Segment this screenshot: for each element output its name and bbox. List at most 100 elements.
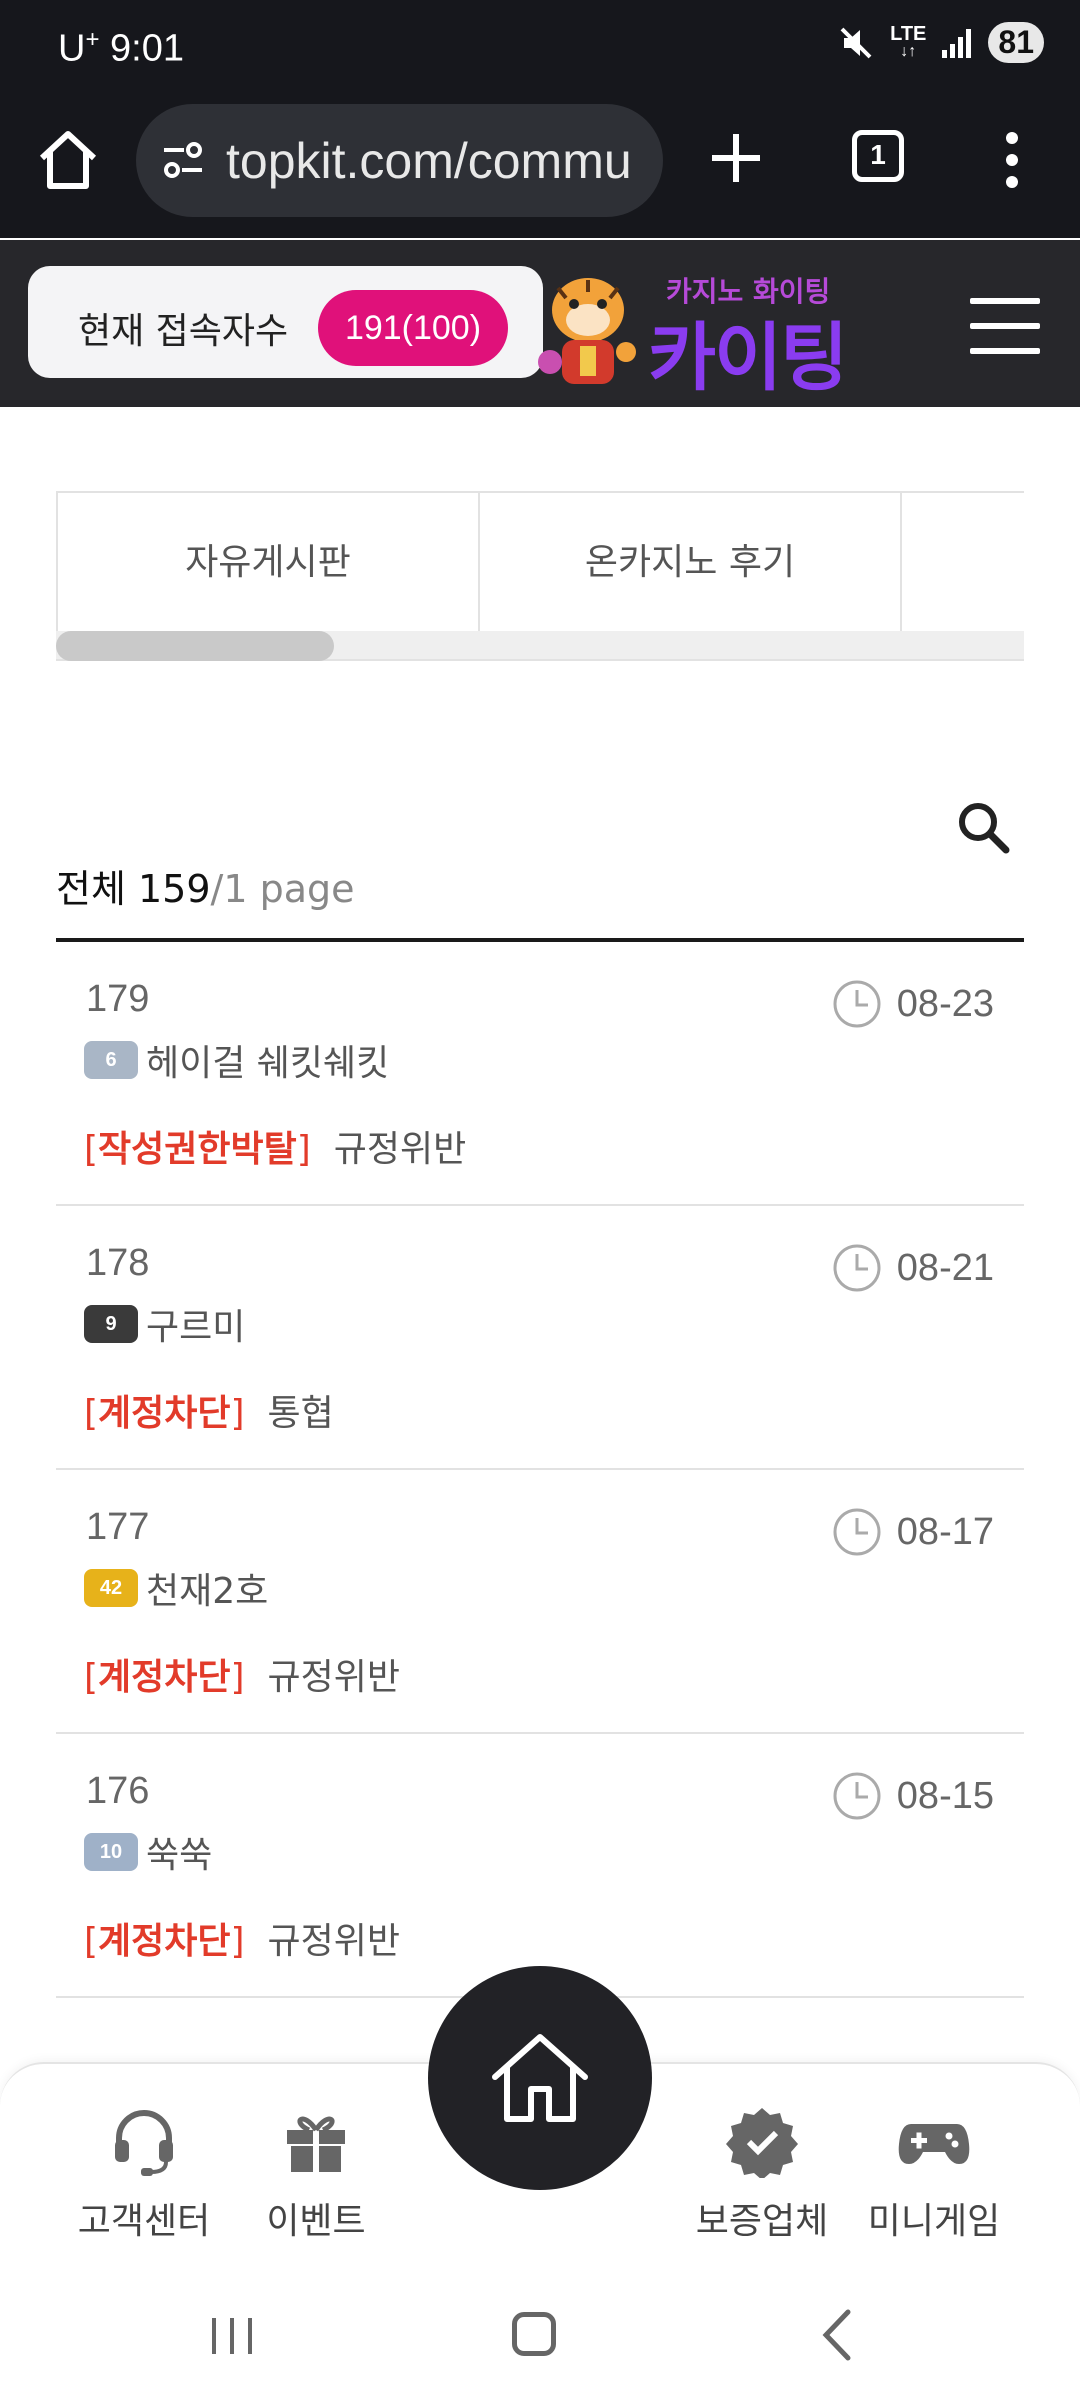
gift-icon <box>287 2116 345 2172</box>
post-author: 6 헤이걸 쉐킷쉐킷 <box>84 1034 389 1086</box>
post-title[interactable]: 규정위반 <box>267 1921 399 1962</box>
site-settings-icon[interactable] <box>160 140 206 180</box>
post-date-text: 08-17 <box>896 1510 994 1553</box>
tiger-mascot-icon <box>538 278 636 384</box>
author-name[interactable]: 헤이걸 쉐킷쉐킷 <box>146 1034 389 1086</box>
list-item[interactable]: 178 08-21 9 구르미 [계정차단] 통협 <box>56 1206 1024 1470</box>
clock-icon <box>833 1772 881 1820</box>
url-text[interactable]: topkit.com/commu <box>226 132 632 190</box>
post-author: 9 구르미 <box>84 1298 245 1350</box>
carrier-name: U <box>58 27 86 70</box>
post-number: 176 <box>86 1770 150 1812</box>
author-name[interactable]: 구르미 <box>146 1298 245 1350</box>
network-type: LTE <box>890 22 927 45</box>
gamepad-icon <box>898 2124 970 2164</box>
post-subject[interactable]: [계정차단] 규정위반 <box>84 1648 400 1700</box>
author-name[interactable]: 천재2호 <box>146 1562 268 1614</box>
post-number: 178 <box>86 1242 150 1284</box>
clock-icon <box>833 1244 881 1292</box>
tab-free-board[interactable]: 자유게시판 <box>58 493 480 631</box>
more-menu-icon[interactable] <box>1000 128 1024 192</box>
visitor-count-badge: 191(100) <box>318 290 508 366</box>
category-tabs: 자유게시판 온카지노 후기 <box>56 491 1024 631</box>
list-item[interactable]: 177 08-17 42 천재2호 [계정차단] 규정위반 <box>56 1470 1024 1734</box>
post-author: 10 쑥쑥 <box>84 1826 212 1878</box>
site-logo[interactable]: 카이팅 <box>648 298 848 405</box>
recent-apps-icon[interactable] <box>208 2314 256 2358</box>
tabs-scrollbar[interactable] <box>56 631 1024 661</box>
new-tab-icon[interactable] <box>706 128 766 188</box>
status-bar: U+ 9:01 LTE ↓↑ 81 <box>0 0 1080 98</box>
carrier-time: U+ 9:01 <box>58 26 184 71</box>
visitor-label: 현재 접속자수 <box>78 311 289 352</box>
post-date: 08-15 <box>831 1770 994 1822</box>
post-count: 전체 159/1 page <box>56 858 355 913</box>
page-indicator: 1 page <box>223 867 355 911</box>
system-home-icon[interactable] <box>512 2312 556 2356</box>
post-number: 179 <box>86 978 150 1020</box>
lte-indicator: LTE ↓↑ <box>890 22 927 60</box>
site-header: 현재 접속자수 191(100) 카지노 화이팅 카이팅 <box>0 240 1080 407</box>
post-subject[interactable]: [계정차단] 통협 <box>84 1384 334 1436</box>
system-navigation-bar <box>0 2262 1080 2400</box>
total-count: 전체 159 <box>56 867 211 911</box>
post-tag: 계정차단 <box>98 1393 231 1434</box>
count-separator: / <box>210 867 224 911</box>
post-author: 42 천재2호 <box>84 1562 268 1614</box>
battery-indicator: 81 <box>988 22 1044 63</box>
post-tag: 계정차단 <box>98 1657 231 1698</box>
post-date-text: 08-23 <box>896 982 994 1025</box>
home-fab-button[interactable] <box>428 1966 652 2190</box>
tab-next[interactable] <box>902 493 1024 631</box>
post-title[interactable]: 규정위반 <box>267 1657 399 1698</box>
nav-customer-center[interactable]: 고객센터 <box>64 2104 224 2244</box>
clock-time: 9:01 <box>110 27 184 70</box>
address-bar[interactable]: topkit.com/commu <box>136 104 663 217</box>
post-date: 08-17 <box>831 1506 994 1558</box>
level-badge-icon: 10 <box>84 1833 138 1871</box>
level-badge-icon: 42 <box>84 1569 138 1607</box>
level-badge-icon: 6 <box>84 1041 138 1079</box>
post-list: 179 08-23 6 헤이걸 쉐킷쉐킷 [작성권한박탈] 규정위반 178 0… <box>56 942 1024 1998</box>
level-badge-icon: 9 <box>84 1305 138 1343</box>
nav-guarantee[interactable]: 보증업체 <box>682 2104 842 2244</box>
post-date: 08-23 <box>831 978 994 1030</box>
browser-home-icon[interactable] <box>34 126 102 194</box>
nav-label: 미니게임 <box>867 2201 1001 2242</box>
hamburger-menu-icon[interactable] <box>970 298 1040 354</box>
list-item[interactable]: 176 08-15 10 쑥쑥 [계정차단] 규정위반 <box>56 1734 1024 1998</box>
tab-switcher-button[interactable]: 1 <box>852 130 904 182</box>
post-number: 177 <box>86 1506 150 1548</box>
post-tag: 계정차단 <box>98 1921 231 1962</box>
post-date: 08-21 <box>831 1242 994 1294</box>
verified-badge-icon <box>726 2108 798 2178</box>
tab-casino-review[interactable]: 온카지노 후기 <box>480 493 902 631</box>
post-date-text: 08-21 <box>896 1246 994 1289</box>
clock-icon <box>833 980 881 1028</box>
post-tag: 작성권한박탈 <box>98 1129 297 1170</box>
nav-label: 이벤트 <box>266 2201 366 2242</box>
status-icons: LTE ↓↑ 81 <box>836 22 1044 63</box>
nav-event[interactable]: 이벤트 <box>236 2104 396 2244</box>
visitor-counter: 현재 접속자수 191(100) <box>28 266 543 378</box>
post-subject[interactable]: [계정차단] 규정위반 <box>84 1912 400 1964</box>
home-icon <box>492 2034 588 2122</box>
author-name[interactable]: 쑥쑥 <box>146 1826 212 1878</box>
search-icon[interactable] <box>954 798 1012 856</box>
back-icon[interactable] <box>818 2308 856 2362</box>
carrier-plus: + <box>85 26 100 53</box>
tabs-scrollbar-thumb[interactable] <box>56 631 334 661</box>
post-date-text: 08-15 <box>896 1774 994 1817</box>
post-subject[interactable]: [작성권한박탈] 규정위반 <box>84 1120 466 1172</box>
post-title[interactable]: 규정위반 <box>334 1129 466 1170</box>
nav-label: 고객센터 <box>77 2201 211 2242</box>
signal-icon <box>942 28 972 58</box>
list-item[interactable]: 179 08-23 6 헤이걸 쉐킷쉐킷 [작성권한박탈] 규정위반 <box>56 942 1024 1206</box>
nav-label: 보증업체 <box>695 2201 829 2242</box>
browser-toolbar: topkit.com/commu 1 <box>0 98 1080 238</box>
nav-mini-game[interactable]: 미니게임 <box>854 2104 1014 2244</box>
post-title[interactable]: 통협 <box>267 1393 333 1434</box>
mute-icon <box>840 27 872 58</box>
clock-icon <box>833 1508 881 1556</box>
headset-icon <box>115 2110 173 2176</box>
